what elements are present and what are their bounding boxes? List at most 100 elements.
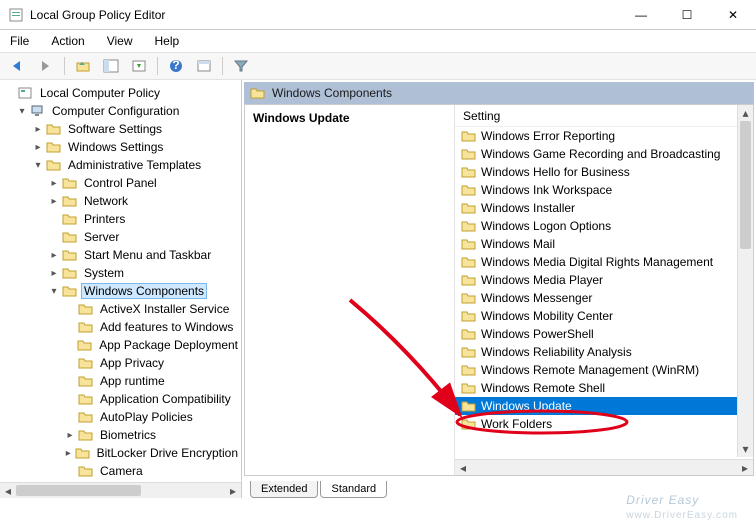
tree-item-bitlocker[interactable]: ▸BitLocker Drive Encryption <box>4 444 241 462</box>
menu-view[interactable]: View <box>103 32 137 50</box>
tree-item-software-settings[interactable]: ▸Software Settings <box>4 120 241 138</box>
tree-item-app-compat[interactable]: Application Compatibility <box>4 390 241 408</box>
tree-item-windows-components[interactable]: ▾Windows Components <box>4 282 241 300</box>
expand-icon[interactable] <box>48 231 60 243</box>
expand-icon[interactable]: ▸ <box>48 249 60 261</box>
view-tabs: Extended Standard <box>244 476 754 498</box>
list-item[interactable]: Windows Update <box>455 397 753 415</box>
tree-item-windows-settings[interactable]: ▸ Windows Settings <box>4 138 241 156</box>
scroll-up-icon[interactable]: ▴ <box>738 105 753 121</box>
folder-icon <box>250 86 266 100</box>
expand-icon[interactable]: ▸ <box>32 123 44 135</box>
list-item[interactable]: Windows Game Recording and Broadcasting <box>455 145 753 163</box>
policy-icon <box>18 86 34 100</box>
scroll-track[interactable] <box>738 121 753 441</box>
list-item[interactable]: Windows Installer <box>455 199 753 217</box>
scroll-left-icon[interactable]: ◂ <box>0 483 16 498</box>
scroll-right-icon[interactable]: ▸ <box>225 483 241 498</box>
toolbar: ? <box>0 52 756 80</box>
tree-item-biometrics[interactable]: ▸Biometrics <box>4 426 241 444</box>
list-item[interactable]: Windows Media Digital Rights Management <box>455 253 753 271</box>
back-button[interactable] <box>6 55 30 77</box>
scroll-thumb[interactable] <box>16 485 141 496</box>
tab-extended[interactable]: Extended <box>250 481 318 498</box>
tree-item-autoplay[interactable]: AutoPlay Policies <box>4 408 241 426</box>
scroll-track[interactable] <box>471 460 737 475</box>
content-body: Windows Update Setting Windows Error Rep… <box>244 104 754 476</box>
tree-item-network[interactable]: ▸Network <box>4 192 241 210</box>
tree-item-activex[interactable]: ActiveX Installer Service <box>4 300 241 318</box>
folder-icon <box>461 399 477 413</box>
filter-button[interactable] <box>229 55 253 77</box>
help-button[interactable]: ? <box>164 55 188 77</box>
list-item[interactable]: Windows Error Reporting <box>455 127 753 145</box>
tree-item-app-package[interactable]: App Package Deployment <box>4 336 241 354</box>
folder-icon <box>62 212 78 226</box>
tree-item-add-features[interactable]: Add features to Windows <box>4 318 241 336</box>
list-item[interactable]: Work Folders <box>455 415 753 433</box>
scroll-down-icon[interactable]: ▾ <box>738 441 753 457</box>
expand-icon[interactable]: ▸ <box>48 195 60 207</box>
expand-icon[interactable]: ▸ <box>48 177 60 189</box>
tree-item-camera[interactable]: Camera <box>4 462 241 480</box>
tab-standard[interactable]: Standard <box>320 481 387 498</box>
list-item[interactable]: Windows Logon Options <box>455 217 753 235</box>
list-item[interactable]: Windows PowerShell <box>455 325 753 343</box>
list-item-label: Windows Ink Workspace <box>481 183 612 197</box>
toolbar-separator <box>64 57 65 75</box>
tree-item-admin-templates[interactable]: ▾Administrative Templates <box>4 156 241 174</box>
folder-icon <box>77 338 93 352</box>
forward-button[interactable] <box>34 55 58 77</box>
close-button[interactable]: ✕ <box>710 0 756 29</box>
collapse-icon[interactable]: ▾ <box>32 159 44 171</box>
expand-icon[interactable]: ▸ <box>48 267 60 279</box>
list-item[interactable]: Windows Remote Shell <box>455 379 753 397</box>
collapse-icon[interactable]: ▾ <box>48 285 60 297</box>
tree-item-server[interactable]: Server <box>4 228 241 246</box>
list-item[interactable]: Windows Ink Workspace <box>455 181 753 199</box>
list-item[interactable]: Windows Hello for Business <box>455 163 753 181</box>
scroll-right-icon[interactable]: ▸ <box>737 460 753 475</box>
list-item[interactable]: Windows Mail <box>455 235 753 253</box>
tree-root[interactable]: Local Computer Policy <box>4 84 241 102</box>
tree-label: Windows Settings <box>65 139 166 155</box>
column-header-setting[interactable]: Setting <box>455 105 753 127</box>
tree-item-app-runtime[interactable]: App runtime <box>4 372 241 390</box>
settings-list[interactable]: Windows Error ReportingWindows Game Reco… <box>455 127 753 459</box>
computer-icon <box>30 104 46 118</box>
minimize-button[interactable]: — <box>618 0 664 29</box>
list-item[interactable]: Windows Mobility Center <box>455 307 753 325</box>
tree-item-app-privacy[interactable]: App Privacy <box>4 354 241 372</box>
collapse-icon[interactable]: ▾ <box>16 105 28 117</box>
scroll-left-icon[interactable]: ◂ <box>455 460 471 475</box>
tree-item-system[interactable]: ▸System <box>4 264 241 282</box>
menu-action[interactable]: Action <box>47 32 88 50</box>
tree-item-printers[interactable]: Printers <box>4 210 241 228</box>
scroll-track[interactable] <box>16 483 225 498</box>
horizontal-scrollbar[interactable]: ◂ ▸ <box>455 459 753 475</box>
scroll-thumb[interactable] <box>740 121 751 249</box>
vertical-scrollbar[interactable]: ▴ ▾ <box>737 105 753 457</box>
menu-help[interactable]: Help <box>151 32 184 50</box>
expand-icon[interactable] <box>48 213 60 225</box>
list-item[interactable]: Windows Messenger <box>455 289 753 307</box>
list-item[interactable]: Windows Media Player <box>455 271 753 289</box>
tree-item-computer-config[interactable]: ▾ Computer Configuration <box>4 102 241 120</box>
maximize-button[interactable]: ☐ <box>664 0 710 29</box>
expand-icon[interactable]: ▸ <box>32 141 44 153</box>
tree-item-control-panel[interactable]: ▸Control Panel <box>4 174 241 192</box>
refresh-button[interactable] <box>127 55 151 77</box>
tree-label: App runtime <box>97 373 168 389</box>
list-item[interactable]: Windows Remote Management (WinRM) <box>455 361 753 379</box>
folder-icon <box>461 291 477 305</box>
folder-icon <box>46 122 62 136</box>
tree-item-start-menu[interactable]: ▸Start Menu and Taskbar <box>4 246 241 264</box>
properties-button[interactable] <box>192 55 216 77</box>
menu-file[interactable]: File <box>6 32 33 50</box>
tree-horizontal-scrollbar[interactable]: ◂ ▸ <box>0 482 241 498</box>
collapse-icon[interactable] <box>4 87 16 99</box>
list-item[interactable]: Windows Reliability Analysis <box>455 343 753 361</box>
show-hide-tree-button[interactable] <box>99 55 123 77</box>
up-button[interactable] <box>71 55 95 77</box>
policy-tree[interactable]: Local Computer Policy ▾ Computer Configu… <box>0 80 241 480</box>
